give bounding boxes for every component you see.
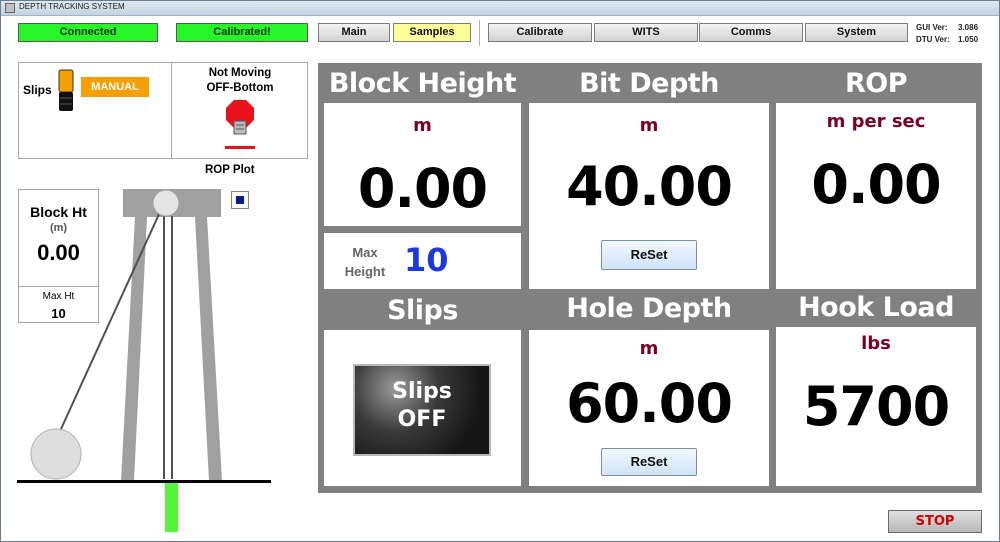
hole-depth-cell: m 60.00 ReSet xyxy=(529,330,769,486)
rop-plot-label: ROP Plot xyxy=(205,164,255,176)
bit-depth-reset-button[interactable]: ReSet xyxy=(601,240,697,270)
slips-indicator: Slips OFF xyxy=(353,364,491,456)
slips-cell: Slips OFF xyxy=(324,330,521,486)
tab-comms[interactable]: Comms xyxy=(699,23,803,42)
rop-unit: m per sec xyxy=(826,111,926,132)
hole-depth-reset-button[interactable]: ReSet xyxy=(601,448,697,476)
derrick-leg-left xyxy=(121,217,147,481)
tab-calibrate[interactable]: Calibrate xyxy=(488,23,592,42)
bit-depth-cell: m 40.00 ReSet xyxy=(529,103,769,289)
drawworks-drum xyxy=(30,428,82,480)
motion-status-line2: OFF-Bottom xyxy=(206,82,274,94)
hole-depth-value: 60.00 xyxy=(566,372,733,435)
hole-depth-unit: m xyxy=(639,338,659,359)
slips-mode-badge: MANUAL xyxy=(81,77,149,97)
tab-system[interactable]: System xyxy=(805,23,908,42)
traveling-block xyxy=(152,189,180,217)
slips-title: Slips xyxy=(387,295,458,326)
hook-load-unit: lbs xyxy=(861,333,891,354)
block-height-unit: m xyxy=(413,115,432,136)
block-height-value: 0.00 xyxy=(357,157,488,220)
derrick-leg-right xyxy=(195,217,222,481)
max-height-label-line2: Height xyxy=(344,264,386,279)
slips-icon xyxy=(58,69,74,111)
dtu-version-value: 1.050 xyxy=(958,35,979,44)
bit-depth-unit: m xyxy=(639,115,659,136)
bit-depth-title: Bit Depth xyxy=(579,68,719,99)
bit-depth-value: 40.00 xyxy=(566,155,733,218)
rop-title: ROP xyxy=(844,68,908,99)
tab-samples[interactable]: Samples xyxy=(393,23,471,42)
app-window: DEPTH TRACKING SYSTEM Connected Calibrat… xyxy=(0,0,1000,542)
calibration-status: Calibrated! xyxy=(176,23,308,42)
rop-cell: m per sec 0.00 xyxy=(776,103,976,289)
hook-load-cell: lbs 5700 xyxy=(776,327,976,486)
tab-main[interactable]: Main xyxy=(318,23,390,42)
slips-status-box: Slips MANUAL Not Moving OFF-Bottom xyxy=(18,62,308,159)
window-title: DEPTH TRACKING SYSTEM xyxy=(19,2,125,11)
max-height-cell: Max Height 10 xyxy=(324,233,521,289)
fast-line xyxy=(60,200,166,430)
hook-load-value: 5700 xyxy=(802,375,950,438)
block-height-title: Block Height xyxy=(328,68,517,99)
slips-indicator-line1: Slips xyxy=(392,379,452,404)
readout-panel: Block Height Bit Depth ROP m 0.00 Max He… xyxy=(318,63,982,493)
rop-value: 0.00 xyxy=(811,153,941,216)
motion-status-line1: Not Moving xyxy=(208,67,272,79)
rig-floor xyxy=(17,480,271,483)
slips-indicator-line2: OFF xyxy=(397,407,447,432)
connection-status: Connected xyxy=(18,23,158,42)
stop-button[interactable]: STOP xyxy=(888,510,982,533)
dtu-version-label: DTU Ver: xyxy=(916,35,950,44)
nav-divider xyxy=(479,20,480,46)
max-height-label-line1: Max xyxy=(352,245,378,260)
app-icon xyxy=(5,3,15,13)
title-bar: DEPTH TRACKING SYSTEM xyxy=(1,1,999,16)
gui-version-label: GUI Ver: xyxy=(916,23,948,32)
slips-label: Slips xyxy=(23,83,52,97)
tab-wits[interactable]: WITS xyxy=(594,23,698,42)
derrick-illustration xyxy=(17,189,271,532)
drill-pipe xyxy=(165,483,178,532)
max-height-value: 10 xyxy=(404,241,449,279)
hook-load-title: Hook Load xyxy=(798,292,954,323)
gui-version-value: 3.086 xyxy=(958,23,979,32)
hole-depth-title: Hole Depth xyxy=(566,293,732,324)
stop-sign-icon xyxy=(225,100,255,149)
block-height-cell: m 0.00 xyxy=(324,103,521,226)
